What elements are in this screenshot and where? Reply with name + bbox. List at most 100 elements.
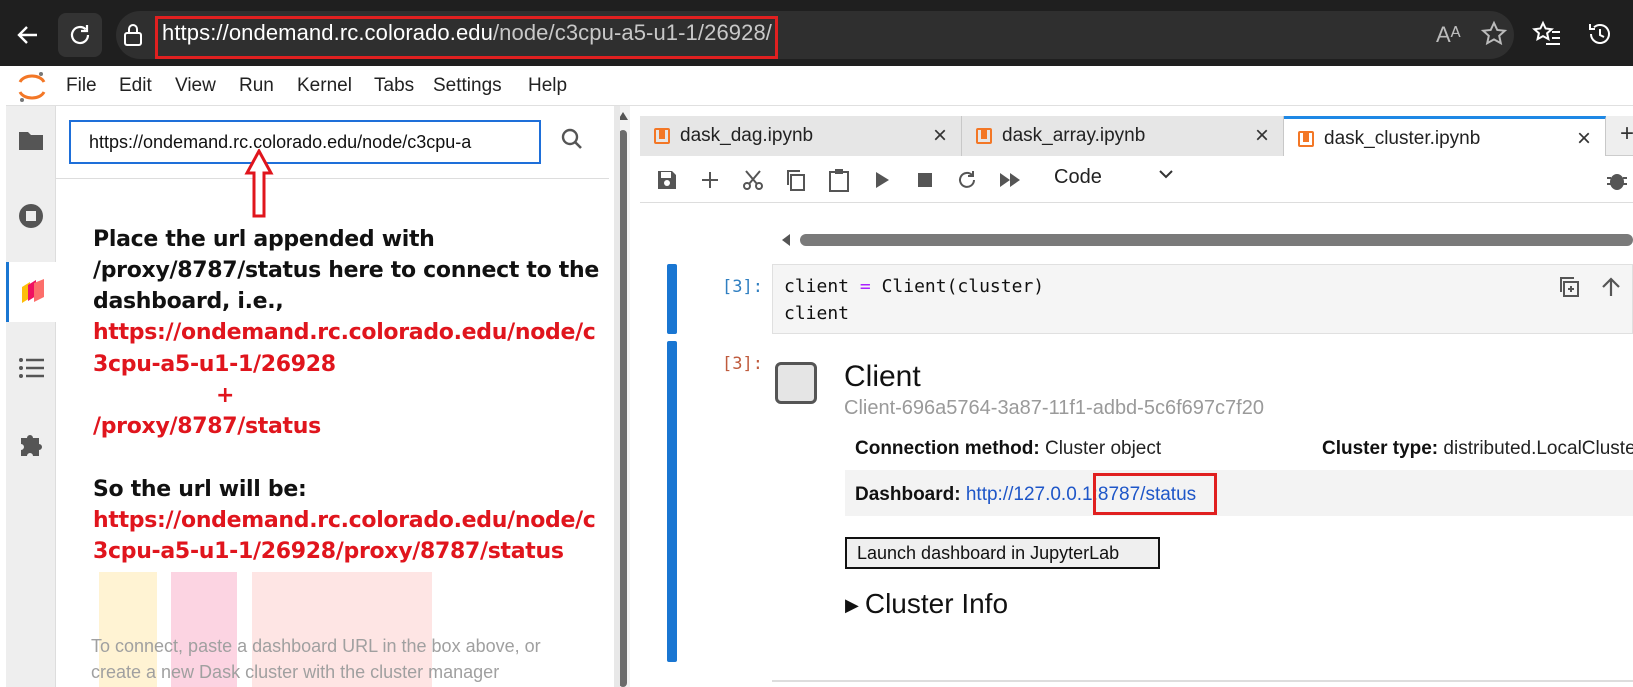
cluster-info-label: Cluster Info [864, 588, 1009, 619]
paste-button[interactable] [826, 167, 852, 193]
launch-dashboard-button[interactable]: Launch dashboard in JupyterLab [845, 537, 1160, 569]
output-active-bar[interactable] [667, 341, 677, 662]
horizontal-scrollbar[interactable] [800, 234, 1633, 246]
lock-icon [124, 24, 142, 46]
code-line: client = Client(cluster) [784, 276, 1044, 297]
extension-manager-tab[interactable] [6, 414, 56, 474]
duplicate-cell-icon[interactable] [1558, 276, 1580, 298]
cell-active-bar[interactable] [667, 264, 677, 334]
annotation-plus: + [216, 383, 235, 408]
client-icon [775, 362, 817, 404]
tab-label: dask_array.ipynb [1002, 125, 1146, 146]
tab-dask-cluster[interactable]: dask_cluster.ipynb × [1284, 116, 1606, 156]
save-icon [658, 171, 676, 189]
menu-settings[interactable]: Settings [433, 75, 502, 97]
code-operator: = [859, 276, 871, 297]
copy-button[interactable] [783, 167, 809, 193]
cell-type-select[interactable]: Code [1054, 166, 1102, 189]
menu-edit[interactable]: Edit [119, 75, 152, 97]
dask-logo-icon [21, 279, 44, 303]
url-highlight-box [155, 16, 778, 59]
code-token: Client(cluster) [881, 276, 1045, 297]
menu-kernel[interactable]: Kernel [297, 75, 352, 97]
input-prompt: [3]: [722, 277, 763, 297]
bug-icon[interactable] [1606, 168, 1628, 192]
left-activity-rail [6, 106, 56, 687]
code-line: client [784, 303, 850, 324]
insert-cell-button[interactable] [697, 167, 723, 193]
reload-button[interactable] [58, 13, 102, 57]
cluster-info-toggle[interactable]: ▶ Cluster Info [845, 588, 1008, 620]
file-browser-tab[interactable] [6, 110, 56, 170]
back-button[interactable] [6, 13, 50, 57]
scroll-left-icon[interactable] [782, 234, 790, 246]
move-up-icon[interactable] [1600, 276, 1622, 298]
save-button[interactable] [654, 167, 680, 193]
menu-help[interactable]: Help [528, 75, 567, 97]
next-cell-edge [772, 680, 1633, 682]
menu-file[interactable]: File [66, 75, 97, 97]
close-icon[interactable]: × [933, 122, 947, 150]
back-arrow-icon [17, 26, 37, 44]
read-aloud-icon[interactable]: Aᴬ [1436, 22, 1461, 48]
folder-icon [19, 132, 43, 150]
annotation-text: /proxy/8787/status here to connect to th… [93, 258, 599, 283]
tab-label: dask_cluster.ipynb [1324, 128, 1481, 149]
annotation-url: 3cpu-a5-u1-1/26928 [93, 352, 336, 377]
menu-view[interactable]: View [175, 75, 216, 97]
history-icon[interactable] [1586, 20, 1614, 48]
jupyter-menubar: File Edit View Run Kernel Tabs Settings … [6, 66, 1633, 106]
panel-splitter[interactable] [614, 106, 620, 687]
chevron-down-icon[interactable] [1158, 168, 1174, 180]
notebook-icon [1298, 131, 1314, 147]
run-all-button[interactable] [997, 167, 1023, 193]
output-prompt: [3]: [722, 354, 763, 374]
annotation-final-url: 3cpu-a5-u1-1/26928/proxy/8787/status [93, 539, 564, 564]
list-icon [19, 358, 44, 378]
tab-dask-array[interactable]: dask_array.ipynb × [962, 116, 1284, 156]
close-icon[interactable]: × [1577, 125, 1591, 153]
interrupt-button[interactable] [912, 167, 938, 193]
refresh-icon [959, 171, 975, 188]
cluster-type: Cluster type: distributed.LocalCluste [1322, 438, 1633, 460]
dashboard-label: Dashboard: [855, 484, 961, 505]
notebook-icon [976, 128, 992, 144]
annotation-url: /proxy/8787/status [93, 414, 321, 439]
connection-label: Connection method: [855, 438, 1040, 459]
reload-icon [70, 25, 90, 45]
stop-circle-icon [19, 204, 43, 228]
menu-run[interactable]: Run [239, 75, 274, 97]
annotation-final-url: https://ondemand.rc.colorado.edu/node/c [93, 508, 596, 533]
new-tab-plus-icon[interactable]: + [1620, 120, 1633, 148]
up-arrow-annotation-icon [244, 149, 274, 218]
favorites-list-icon[interactable] [1532, 20, 1562, 48]
search-icon[interactable] [561, 128, 583, 150]
help-text: create a new Dask cluster with the clust… [91, 662, 500, 682]
play-icon [876, 172, 889, 188]
jupyter-logo-icon [18, 72, 46, 102]
run-button[interactable] [869, 167, 895, 193]
connection-method: Connection method: Cluster object [855, 438, 1161, 460]
panel-divider [56, 178, 609, 179]
restart-button[interactable] [954, 167, 980, 193]
table-of-contents-tab[interactable] [6, 338, 56, 398]
notebook-icon [654, 128, 670, 144]
help-text: To connect, paste a dashboard URL in the… [91, 636, 541, 656]
code-cell-input[interactable]: client = Client(cluster) client [772, 264, 1633, 334]
tab-dask-dag[interactable]: dask_dag.ipynb × [640, 116, 962, 156]
running-sessions-tab[interactable] [6, 186, 56, 246]
dask-extension-tab[interactable] [6, 262, 56, 322]
connection-value: Cluster object [1044, 438, 1162, 459]
close-icon[interactable]: × [1255, 122, 1269, 150]
copy-icon [787, 170, 805, 191]
cut-button[interactable] [740, 167, 766, 193]
scrollbar-thumb[interactable] [619, 130, 627, 687]
puzzle-piece-icon [21, 435, 42, 456]
favorite-star-icon[interactable] [1480, 20, 1508, 48]
dashboard-url-input[interactable]: https://ondemand.rc.colorado.edu/node/c3… [69, 120, 541, 164]
disclosure-triangle-icon: ▶ [845, 595, 859, 616]
cluster-type-value: distributed.LocalCluste [1443, 438, 1633, 459]
menu-tabs[interactable]: Tabs [374, 75, 414, 97]
dashboard-highlight-box [1093, 473, 1217, 515]
client-id: Client-696a5764-3a87-11f1-adbd-5c6f697c7… [844, 397, 1264, 419]
